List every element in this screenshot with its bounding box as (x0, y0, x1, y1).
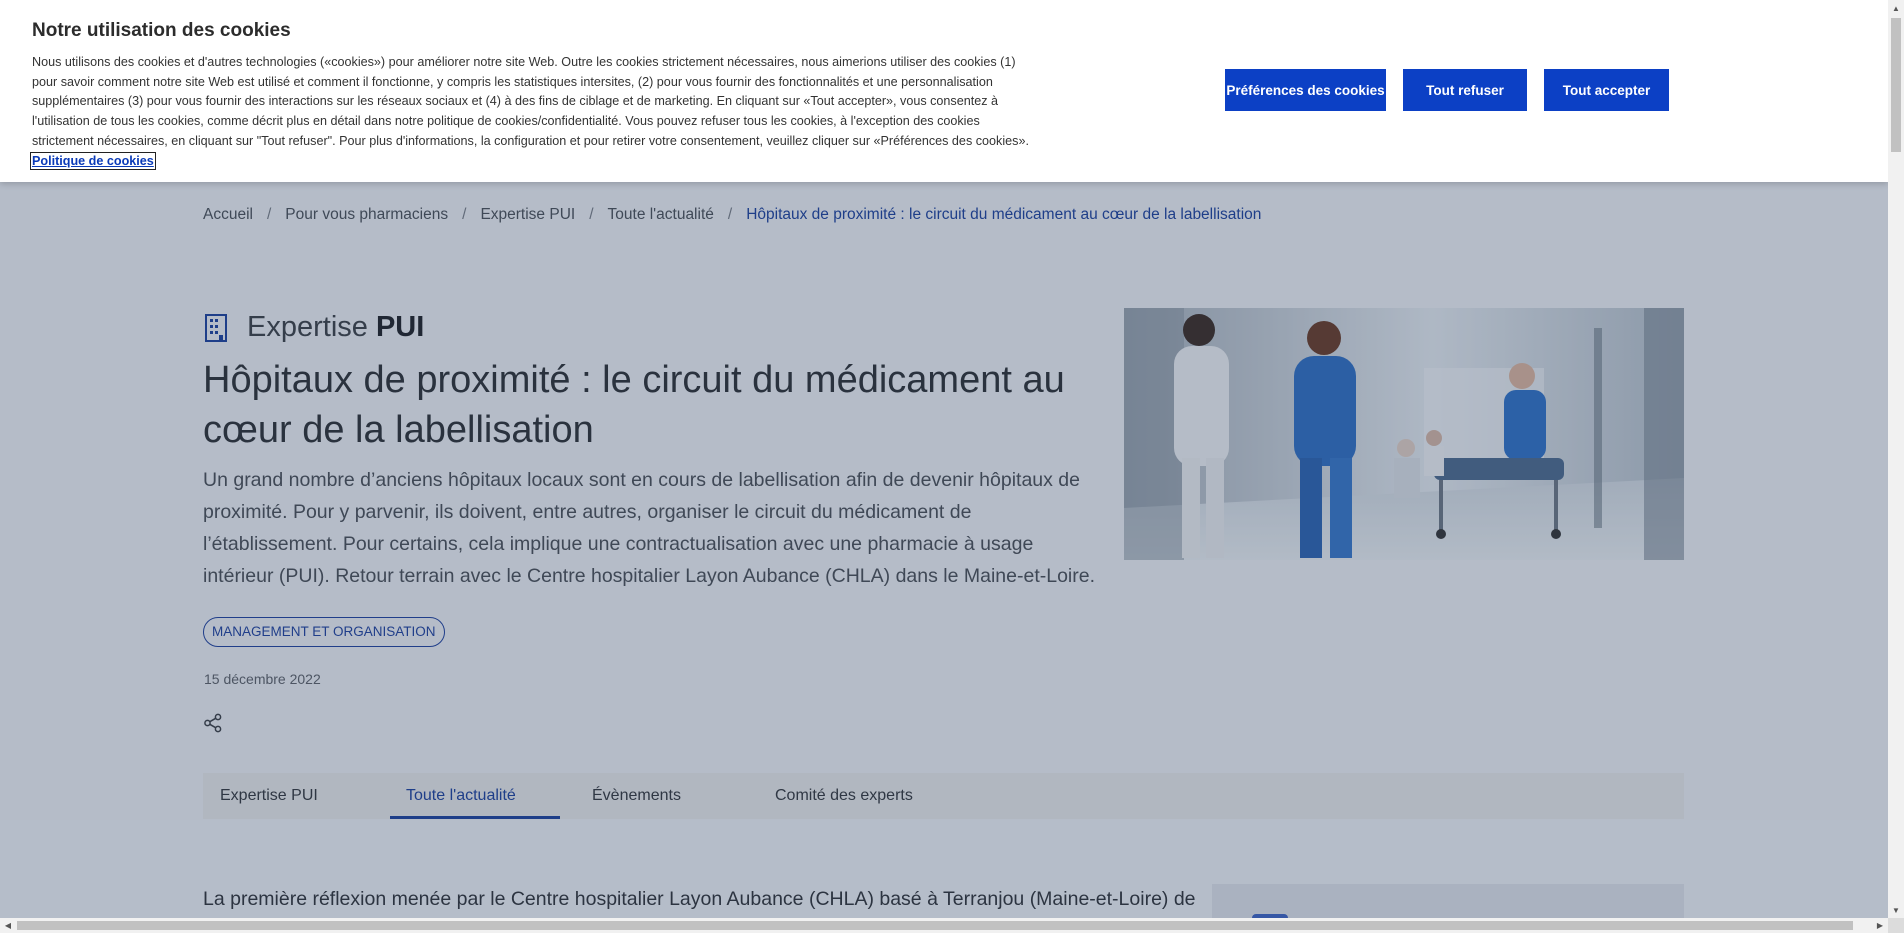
horizontal-scrollbar[interactable]: ◀ ▶ (0, 918, 1888, 933)
scroll-left-icon[interactable]: ◀ (0, 918, 16, 933)
vertical-scrollbar[interactable]: ▲ ▼ (1888, 0, 1904, 918)
cookie-banner-title: Notre utilisation des cookies (32, 20, 291, 41)
horizontal-scroll-thumb[interactable] (17, 921, 1853, 930)
scroll-down-icon[interactable]: ▼ (1888, 902, 1904, 918)
cookie-banner-text: Nous utilisons des cookies et d'autres t… (30, 53, 1032, 171)
vertical-scroll-thumb[interactable] (1891, 18, 1901, 152)
scroll-up-icon[interactable]: ▲ (1888, 0, 1904, 16)
cookie-preferences-button[interactable]: Préférences des cookies (1225, 69, 1386, 111)
cookie-policy-link[interactable]: Politique de cookies (30, 151, 156, 170)
scroll-right-icon[interactable]: ▶ (1872, 918, 1888, 933)
accept-all-button[interactable]: Tout accepter (1544, 69, 1669, 111)
cookie-banner-body: Nous utilisons des cookies et d'autres t… (32, 55, 1029, 148)
scrollbar-corner (1888, 918, 1904, 933)
refuse-all-button[interactable]: Tout refuser (1403, 69, 1527, 111)
cookie-banner: Notre utilisation des cookies Nous utili… (0, 0, 1888, 182)
